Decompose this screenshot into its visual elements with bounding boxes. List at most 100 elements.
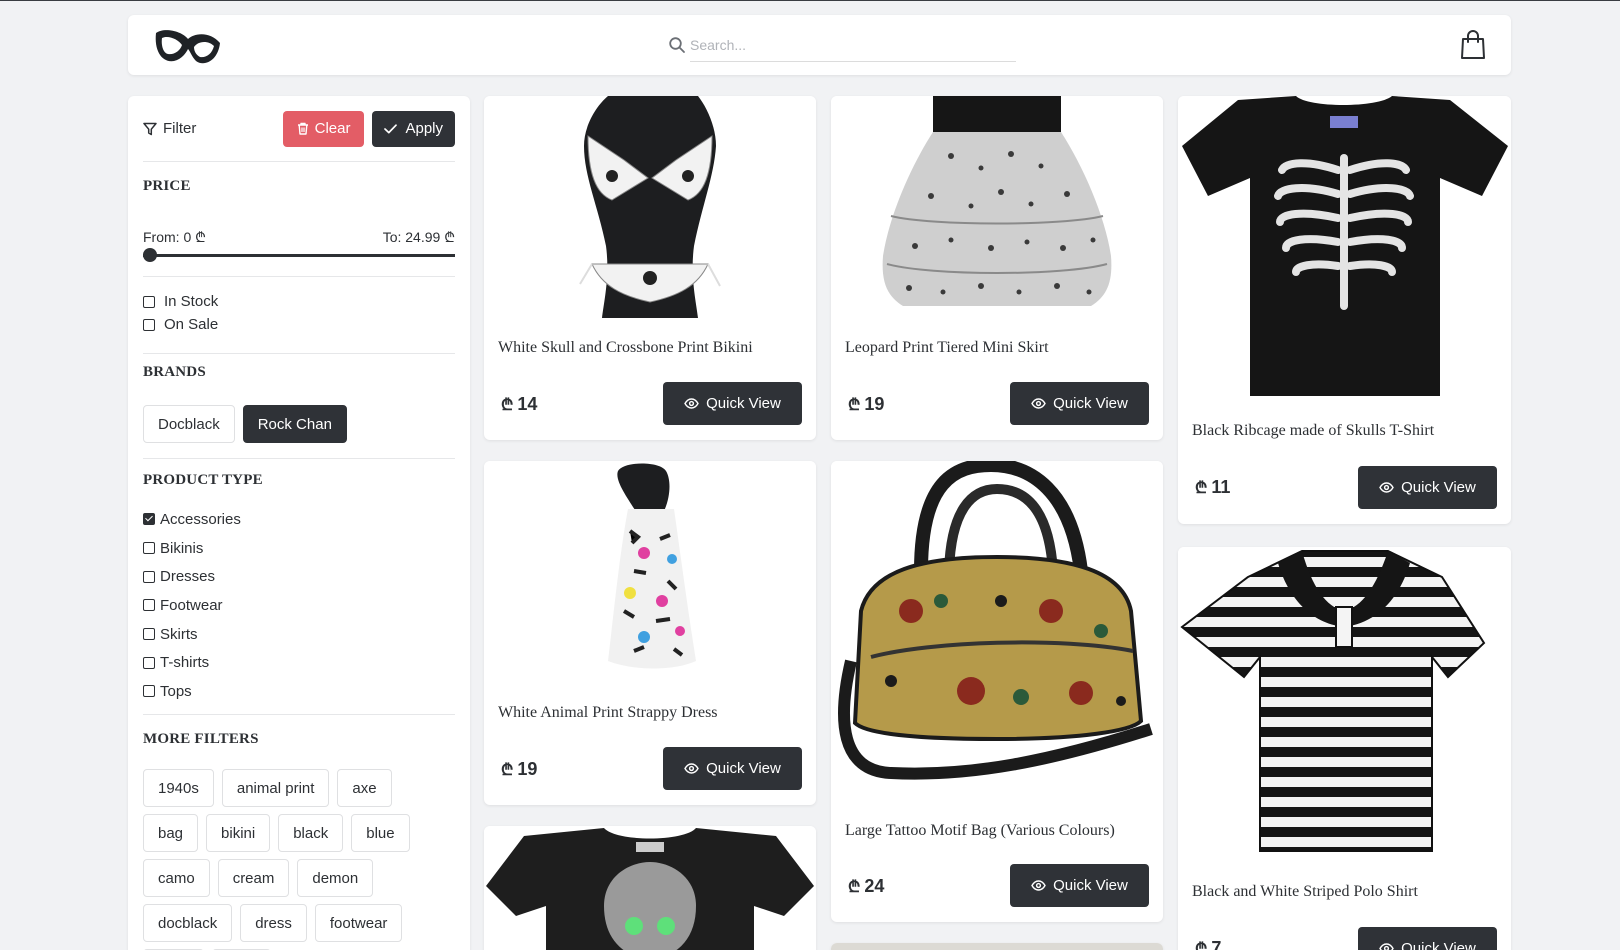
price-slider-track[interactable] — [143, 248, 455, 262]
tag-list: 1940s animal print axe bag bikini black blue ca… — [143, 769, 448, 950]
product-card[interactable]: Leopard Print Tiered Mini Skirt ₾ 19 Qui… — [831, 96, 1163, 440]
product-name[interactable]: Black and White Striped Polo Shirt — [1192, 883, 1418, 901]
brand-filter-button[interactable]: Docblack — [143, 405, 235, 443]
price-section: PRICE — [143, 178, 455, 195]
quick-view-button[interactable]: Quick View — [1010, 382, 1149, 425]
search-input[interactable] — [690, 28, 1016, 62]
product-name[interactable]: Large Tattoo Motif Bag (Various Colours) — [845, 822, 1115, 840]
apply-button[interactable]: Apply — [372, 110, 455, 147]
product-type-option[interactable]: T-shirts — [143, 648, 455, 677]
brand-filter-button[interactable]: Rock Chan — [242, 405, 347, 443]
checkbox-label: Skirts — [160, 625, 198, 643]
quick-view-button[interactable]: Quick View — [1010, 864, 1149, 907]
product-type-option[interactable]: Bikinis — [143, 534, 455, 563]
product-name[interactable]: White Animal Print Strappy Dress — [498, 704, 718, 722]
tag-filter-chip[interactable]: cream — [217, 859, 290, 897]
tag-filter-chip[interactable]: bikini — [206, 814, 271, 852]
tag-filter-chip[interactable]: animal print — [221, 769, 330, 807]
product-name[interactable]: Leopard Print Tiered Mini Skirt — [845, 339, 1049, 357]
product-image-skirt — [831, 96, 1163, 318]
product-image-skull-tshirt — [484, 826, 816, 950]
price-slider-handle[interactable] — [143, 248, 157, 262]
more-filters-section: MORE FILTERS — [143, 731, 455, 748]
product-type-option[interactable]: Skirts — [143, 620, 455, 649]
price-value: 24 — [864, 875, 885, 896]
tag-filter-chip[interactable]: bag — [143, 814, 199, 852]
currency-symbol: ₾ — [1195, 941, 1208, 950]
eye-icon — [1379, 943, 1394, 950]
product-image-partial — [831, 943, 1163, 950]
product-card[interactable]: Large Tattoo Motif Bag (Various Colours)… — [831, 461, 1163, 922]
mask-logo-icon[interactable] — [152, 23, 224, 69]
checkbox[interactable] — [143, 685, 155, 698]
quick-view-button[interactable]: Quick View — [663, 382, 802, 425]
trash-icon — [297, 122, 308, 135]
product-type-title: PRODUCT TYPE — [143, 472, 263, 488]
quick-view-button[interactable]: Quick View — [1358, 927, 1497, 950]
availability-option[interactable]: On Sale — [143, 313, 455, 336]
product-card[interactable]: Black Ribcage made of Skulls T-Shirt ₾ 1… — [1178, 96, 1511, 524]
filter-header: Filter Clear Apply — [143, 96, 455, 162]
clear-label: Clear — [314, 120, 351, 137]
quick-view-button[interactable]: Quick View — [1358, 466, 1497, 509]
tag-filter-chip[interactable]: docblack — [143, 904, 233, 942]
checkbox[interactable] — [143, 628, 155, 641]
product-type-option[interactable]: Tops — [143, 677, 455, 706]
product-type-section: PRODUCT TYPE — [143, 472, 455, 489]
more-filters-title: MORE FILTERS — [143, 731, 259, 747]
product-card[interactable]: White Skull and Crossbone Print Bikini ₾… — [484, 96, 816, 440]
checkbox-label: In Stock — [164, 293, 219, 310]
checkbox[interactable] — [143, 318, 155, 331]
tag-filter-chip[interactable]: 1940s — [143, 769, 214, 807]
funnel-icon — [143, 122, 157, 135]
checkbox[interactable] — [143, 542, 155, 555]
product-name[interactable]: Black Ribcage made of Skulls T-Shirt — [1192, 422, 1434, 440]
quick-view-label: Quick View — [1401, 479, 1476, 496]
clear-button[interactable]: Clear — [282, 110, 365, 147]
product-type-option[interactable]: Footwear — [143, 591, 455, 620]
product-type-option[interactable]: Accessories — [143, 505, 455, 534]
product-price: ₾ 11 — [1195, 476, 1230, 498]
product-type-options: Accessories Bikinis Dresses Footwear Skirts T… — [143, 505, 455, 706]
filter-title: Filter — [143, 120, 283, 137]
divider — [143, 714, 455, 715]
product-image-dress — [484, 461, 816, 683]
product-name[interactable]: White Skull and Crossbone Print Bikini — [498, 339, 753, 357]
tag-filter-chip[interactable]: camo — [143, 859, 210, 897]
product-card[interactable]: White Animal Print Strappy Dress ₾ 19 Qu… — [484, 461, 816, 805]
tag-filter-chip[interactable]: dress — [240, 904, 307, 942]
product-image-bikini — [484, 96, 816, 318]
availability-option[interactable]: In Stock — [143, 290, 455, 313]
quick-view-button[interactable]: Quick View — [663, 747, 802, 790]
brand-buttons: Docblack Rock Chan — [143, 405, 455, 443]
top-border — [0, 0, 1620, 1]
product-price: ₾ 7 — [1195, 937, 1221, 950]
product-card[interactable]: Black and White Striped Polo Shirt ₾ 7 Q… — [1178, 547, 1511, 950]
search-icon — [669, 37, 685, 53]
product-card[interactable] — [484, 826, 816, 950]
quick-view-label: Quick View — [1401, 940, 1476, 950]
checkbox[interactable] — [143, 599, 155, 612]
product-type-option[interactable]: Dresses — [143, 562, 455, 591]
tag-filter-chip[interactable]: black — [278, 814, 344, 852]
tag-filter-chip[interactable]: footwear — [314, 904, 403, 942]
price-value: 19 — [864, 393, 885, 414]
price-value: 11 — [1211, 476, 1231, 497]
checkbox[interactable] — [143, 513, 155, 526]
checkbox[interactable] — [143, 570, 155, 583]
check-icon — [384, 123, 398, 133]
checkbox-label: Bikinis — [160, 539, 204, 557]
checkbox[interactable] — [143, 656, 155, 669]
tag-filter-chip[interactable]: blue — [351, 814, 410, 852]
currency-symbol: ₾ — [501, 762, 514, 779]
currency-symbol: ₾ — [848, 397, 861, 414]
filter-sidebar: Filter Clear Apply PRICE From: 0 ₾ To: 2… — [128, 96, 470, 950]
product-card[interactable] — [831, 943, 1163, 950]
quick-view-label: Quick View — [1053, 877, 1128, 894]
checkbox[interactable] — [143, 295, 155, 308]
shopping-bag-icon[interactable] — [1459, 29, 1487, 61]
tag-filter-chip[interactable]: demon — [297, 859, 374, 897]
tag-filter-chip[interactable]: axe — [337, 769, 392, 807]
search-box — [668, 28, 1023, 62]
product-price: ₾ 14 — [501, 393, 537, 415]
